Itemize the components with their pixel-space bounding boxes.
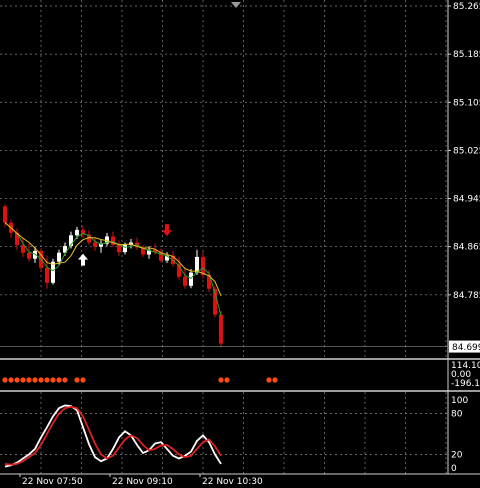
time-tick-label: 22 Nov 07:50 <box>22 477 83 487</box>
signal-dot <box>50 377 56 383</box>
bullish-candle <box>57 252 61 262</box>
scroll-marker-icon[interactable] <box>231 2 241 8</box>
bullish-candle <box>189 272 193 286</box>
oscillator-tick-label: 100 <box>451 396 468 406</box>
signal-dot <box>74 377 80 383</box>
price-panel[interactable] <box>3 204 223 348</box>
signal-dot <box>32 377 38 383</box>
bearish-candle <box>3 206 7 223</box>
signal-dot <box>80 377 86 383</box>
price-tick-label: 85.185 <box>453 50 480 60</box>
signal-dot <box>56 377 62 383</box>
signal-dot <box>224 377 230 383</box>
oscillator-line <box>4 404 222 468</box>
oscillator-line <box>4 405 222 466</box>
indicator-tick-label: -196.13 <box>451 379 480 389</box>
price-tick-label: 84.785 <box>453 291 480 301</box>
oscillator-panel <box>4 404 222 468</box>
signal-dot <box>2 377 8 383</box>
buy-arrow-icon <box>78 253 88 266</box>
bearish-candle <box>219 314 223 344</box>
signal-dot <box>8 377 14 383</box>
bullish-candle <box>75 229 79 236</box>
bearish-candle <box>93 242 97 247</box>
oscillator-tick-label: 80 <box>451 410 463 420</box>
bullish-candle <box>123 244 127 253</box>
bullish-candle <box>51 261 55 283</box>
price-tick-label: 85.265 <box>453 2 480 12</box>
time-tick-label: 22 Nov 10:30 <box>202 477 263 487</box>
signal-dot <box>26 377 32 383</box>
signal-dot <box>38 377 44 383</box>
bullish-candle <box>195 256 199 273</box>
time-tick-label: 22 Nov 09:10 <box>112 477 173 487</box>
bearish-candle <box>117 244 121 253</box>
oscillator-tick-label: 20 <box>451 450 463 460</box>
signal-dot <box>14 377 20 383</box>
signal-dot <box>218 377 224 383</box>
bearish-candle <box>183 276 187 286</box>
oscillator-tick-label: 0 <box>451 464 457 474</box>
price-tick-label: 84.865 <box>453 243 480 253</box>
bearish-candle <box>45 267 49 283</box>
signal-dot <box>20 377 26 383</box>
price-tick-label: 85.025 <box>453 146 480 156</box>
price-tick-label: 84.945 <box>453 195 480 205</box>
bearish-candle <box>201 256 205 275</box>
sell-arrow-icon <box>162 224 172 237</box>
signal-dot <box>272 377 278 383</box>
grid <box>0 0 448 474</box>
bearish-candle <box>27 252 31 259</box>
signal-dot <box>266 377 272 383</box>
current-price-label: 84.699 <box>452 343 480 353</box>
dot-indicator-panel <box>2 377 278 383</box>
trading-chart: 85.265 85.185 85.105 85.025 84.945 84.865 84.7… <box>0 0 480 487</box>
signal-dot <box>62 377 68 383</box>
price-tick-label: 85.105 <box>453 98 480 108</box>
signal-dot <box>44 377 50 383</box>
